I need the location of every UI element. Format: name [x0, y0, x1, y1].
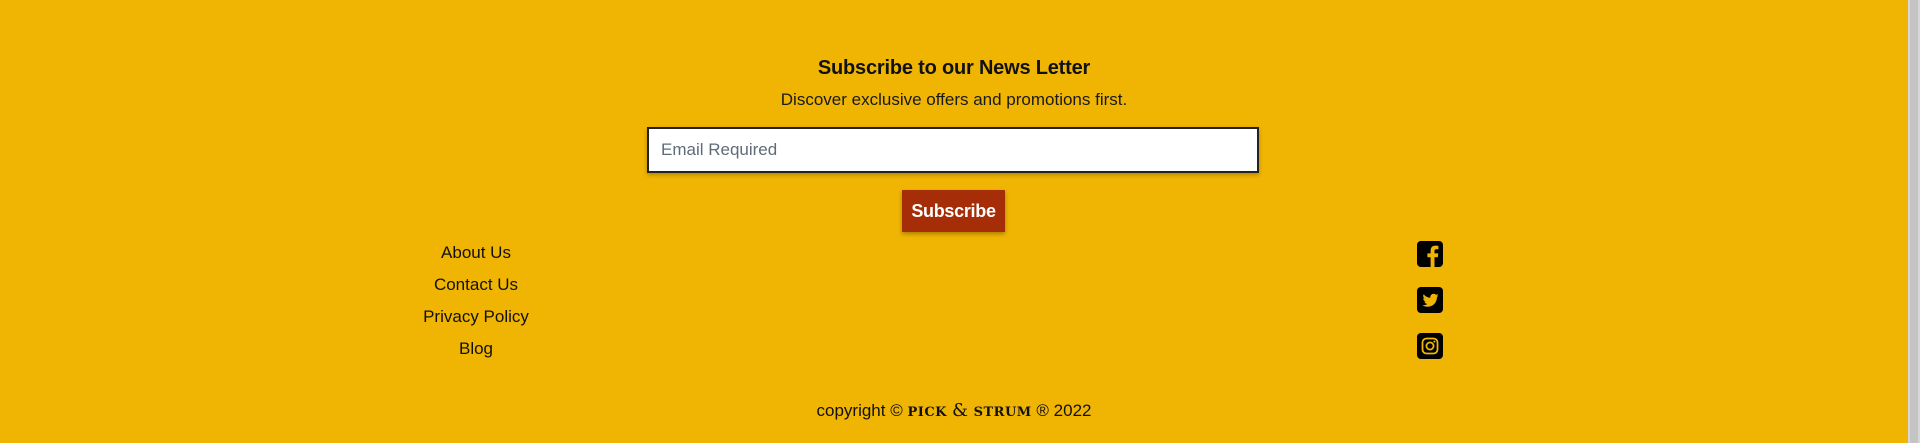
brand-first: PICK	[907, 405, 947, 420]
vertical-scrollbar[interactable]	[1908, 0, 1920, 443]
copyright-suffix: ® 2022	[1036, 401, 1092, 420]
footer-link-blog[interactable]: Blog	[396, 337, 556, 369]
twitter-link[interactable]	[1417, 287, 1443, 313]
brand-logo: PICK & STRUM	[907, 400, 1032, 421]
copyright-prefix: copyright ©	[816, 401, 903, 420]
footer-link-contact-us[interactable]: Contact Us	[396, 273, 556, 305]
facebook-icon	[1417, 241, 1443, 267]
instagram-icon	[1417, 333, 1443, 359]
footer-link-privacy-policy[interactable]: Privacy Policy	[396, 305, 556, 337]
social-links	[1417, 241, 1443, 379]
twitter-icon	[1417, 287, 1443, 313]
subscribe-button[interactable]: Subscribe	[902, 190, 1005, 232]
scrollbar-thumb[interactable]	[1910, 0, 1918, 443]
email-field-box	[647, 127, 1259, 173]
brand-amp: &	[952, 400, 969, 421]
newsletter-subtitle: Discover exclusive offers and promotions…	[780, 90, 1128, 109]
facebook-link[interactable]	[1417, 241, 1443, 267]
footer-link-about-us[interactable]: About Us	[396, 241, 556, 273]
newsletter-title: Subscribe to our News Letter	[817, 57, 1091, 79]
copyright: copyright © PICK & STRUM ® 2022	[0, 400, 1908, 424]
email-input[interactable]	[649, 129, 1257, 171]
brand-second: STRUM	[973, 405, 1032, 420]
footer-links: About Us Contact Us Privacy Policy Blog	[396, 241, 556, 369]
instagram-link[interactable]	[1417, 333, 1443, 359]
